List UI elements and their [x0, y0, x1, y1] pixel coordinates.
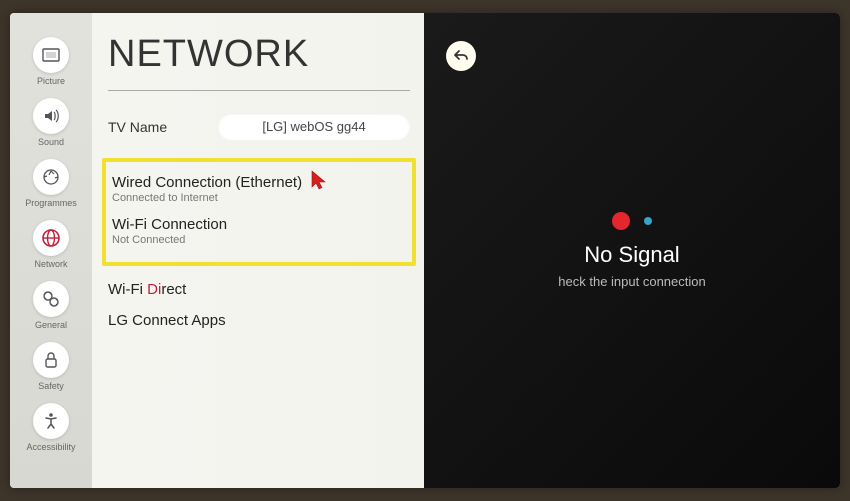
sidebar-item-programmes[interactable]: Programmes: [25, 159, 77, 208]
wifi-direct-text-pre: Wi-Fi: [108, 281, 147, 298]
picture-icon: [33, 37, 69, 73]
sidebar-item-label: Programmes: [25, 198, 77, 208]
network-icon: [33, 220, 69, 256]
option-title: Wired Connection (Ethernet): [112, 174, 406, 191]
back-icon: [453, 48, 469, 64]
back-button[interactable]: [446, 41, 476, 71]
no-signal-title: No Signal: [584, 242, 679, 268]
sidebar-item-accessibility[interactable]: Accessibility: [26, 403, 75, 452]
tv-name-row[interactable]: TV Name [LG] webOS gg44: [108, 113, 410, 140]
option-wifi-direct[interactable]: Wi-Fi Direct: [108, 274, 410, 305]
signal-indicator-dots: [612, 212, 652, 230]
lock-icon: [33, 342, 69, 378]
general-icon: [33, 281, 69, 317]
sidebar-item-picture[interactable]: Picture: [33, 37, 69, 86]
option-subtitle: Connected to Internet: [112, 192, 406, 204]
option-wifi-connection[interactable]: Wi-Fi Connection Not Connected: [112, 212, 406, 254]
wifi-direct-text-post: rect: [161, 281, 186, 298]
settings-content-panel: NETWORK TV Name [LG] webOS gg44 Wired Co…: [92, 13, 424, 488]
sidebar-item-label: General: [35, 320, 67, 330]
sidebar-item-sound[interactable]: Sound: [33, 98, 69, 147]
tv-name-value[interactable]: [LG] webOS gg44: [218, 113, 410, 140]
settings-sidebar: Picture Sound Programmes Network General: [10, 13, 92, 488]
option-wired-connection[interactable]: Wired Connection (Ethernet) Connected to…: [112, 170, 406, 212]
page-title: NETWORK: [108, 33, 410, 76]
sidebar-item-label: Picture: [37, 76, 65, 86]
sidebar-item-network[interactable]: Network: [33, 220, 69, 269]
sidebar-item-label: Accessibility: [26, 442, 75, 452]
programmes-icon: [33, 159, 69, 195]
option-lg-connect-apps[interactable]: LG Connect Apps: [108, 305, 410, 336]
dot-blue-icon: [644, 217, 652, 225]
sidebar-item-safety[interactable]: Safety: [33, 342, 69, 391]
tv-playback-area: No Signal heck the input connection: [424, 13, 840, 488]
option-title: Wi-Fi Connection: [112, 216, 406, 233]
accessibility-icon: [33, 403, 69, 439]
sidebar-item-label: Safety: [38, 381, 64, 391]
sidebar-item-label: Network: [34, 259, 67, 269]
sound-icon: [33, 98, 69, 134]
sidebar-item-label: Sound: [38, 137, 64, 147]
wifi-direct-text-accent: Di: [147, 281, 161, 298]
no-signal-subtitle: heck the input connection: [558, 274, 705, 289]
highlighted-connections: Wired Connection (Ethernet) Connected to…: [102, 158, 416, 266]
tv-name-label: TV Name: [108, 119, 218, 135]
dot-red-icon: [612, 212, 630, 230]
divider: [108, 90, 410, 91]
sidebar-item-general[interactable]: General: [33, 281, 69, 330]
option-subtitle: Not Connected: [112, 234, 406, 246]
